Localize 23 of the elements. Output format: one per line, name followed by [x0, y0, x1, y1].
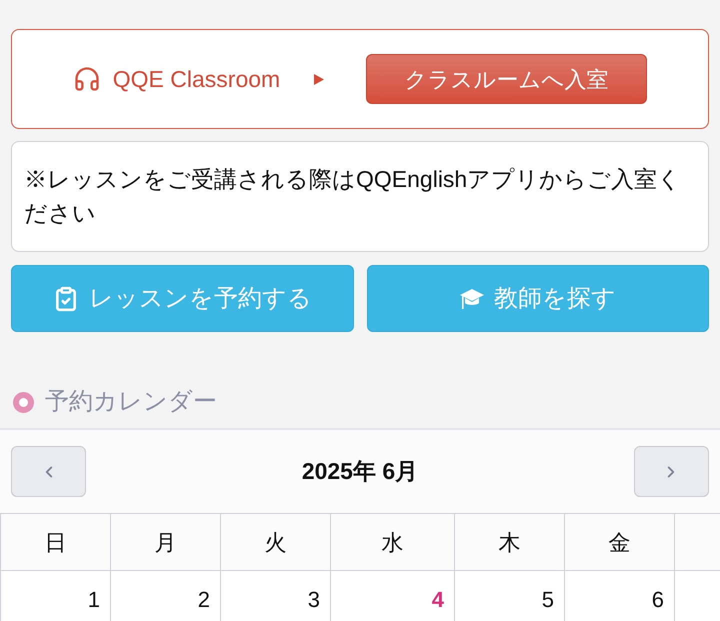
- notice-text: ※レッスンをご受講される際はQQEnglishアプリからご入室ください: [24, 165, 682, 228]
- next-month-button[interactable]: [634, 446, 709, 497]
- play-triangle-icon: [314, 74, 324, 84]
- day-number[interactable]: 4: [432, 583, 444, 609]
- weekday-label: 水: [382, 528, 404, 556]
- month-title: 2025年 6月: [302, 457, 418, 486]
- enter-classroom-button[interactable]: クラスルームへ入室: [366, 54, 648, 104]
- weekday-label: 月: [154, 528, 176, 556]
- weekday-label: 金: [608, 528, 630, 556]
- day-number[interactable]: 5: [542, 583, 554, 609]
- day-number[interactable]: 1: [88, 583, 100, 609]
- weekday-label: 木: [498, 528, 520, 556]
- weekday-label: 日: [44, 528, 66, 556]
- ring-icon: [13, 392, 34, 412]
- day-number[interactable]: 3: [308, 583, 320, 609]
- day-number[interactable]: 6: [652, 583, 664, 609]
- graduation-cap-icon: [460, 288, 484, 310]
- weekday-label: 火: [264, 528, 286, 556]
- classroom-title: QQE Classroom: [112, 64, 280, 94]
- section-heading: 予約カレンダー: [45, 387, 217, 417]
- previous-month-button[interactable]: [11, 446, 86, 497]
- headphones-icon: [72, 65, 101, 93]
- day-number[interactable]: 2: [198, 583, 210, 609]
